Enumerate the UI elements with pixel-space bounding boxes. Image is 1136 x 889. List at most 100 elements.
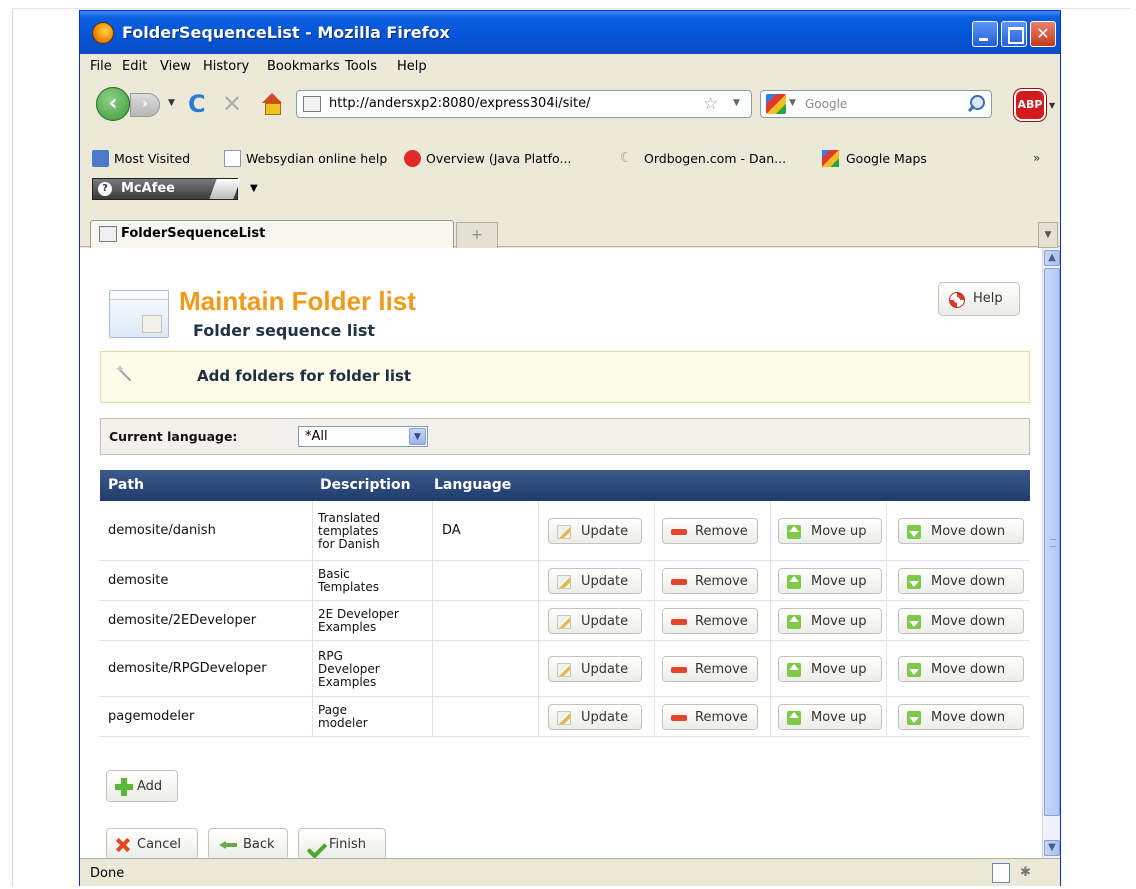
scrollbar-thumb[interactable] [1044,268,1060,816]
bookmark-star-icon[interactable]: ☆ [703,94,718,114]
bookmark-google-maps[interactable]: Google Maps [846,151,927,166]
cell-description-line: templates [318,523,379,538]
stop-icon[interactable]: ✕ [222,92,248,118]
minimize-icon [973,22,997,46]
cell-description-line: modeler [318,716,368,730]
remove-icon [671,711,687,725]
adblock-dropdown-icon[interactable]: ▼ [1049,101,1055,110]
add-button[interactable]: Add [106,770,178,802]
search-engine-dropdown-icon[interactable]: ▼ [789,98,796,108]
forward-button[interactable]: › [130,93,160,117]
menu-edit[interactable]: Edit [122,59,147,74]
bookmark-websydian-help[interactable]: Websydian online help [246,151,387,166]
reload-icon[interactable]: C [188,92,214,118]
address-text[interactable]: http://andersxp2:8080/express304i/site/ [329,96,590,111]
history-dropdown-icon[interactable]: ▼ [168,98,178,108]
move-up-icon [787,525,801,539]
finish-button[interactable]: Finish [298,828,386,858]
update-button[interactable]: Update [548,518,642,544]
back-page-button[interactable]: Back [208,828,288,858]
update-button[interactable]: Update [548,608,642,634]
cell-description-line: Translated [318,510,381,525]
move-up-button[interactable]: Move up [778,656,882,682]
cell-language: DA [442,523,461,538]
move-up-label: Move up [811,614,867,629]
move-up-button[interactable]: Move up [778,608,882,634]
menu-tools[interactable]: Tools [345,59,377,74]
mcafee-dropdown-icon[interactable]: ▼ [250,183,258,194]
bookmark-ordbogen[interactable]: Ordbogen.com - Dan... [644,151,786,166]
scroll-up-icon[interactable]: ▲ [1044,250,1060,266]
language-select-value: *All [305,429,328,444]
update-button[interactable]: Update [548,704,642,730]
search-icon[interactable] [967,95,985,113]
address-dropdown-icon[interactable]: ▼ [733,98,740,108]
update-button[interactable]: Update [548,656,642,682]
menu-file[interactable]: File [90,59,112,74]
bookmarks-overflow-icon[interactable]: » [1033,151,1040,165]
cell-path: demosite [108,573,169,588]
column-divider [886,697,887,737]
remove-button[interactable]: Remove [662,518,758,544]
home-icon[interactable] [260,93,284,117]
mcafee-toolbar: ? McAfee ▼ [80,173,1060,203]
remove-button[interactable]: Remove [662,656,758,682]
minimize-button[interactable] [972,21,998,47]
back-button[interactable]: ‹ [96,87,130,121]
move-up-button[interactable]: Move up [778,518,882,544]
notes-icon[interactable] [992,863,1010,883]
column-divider [886,601,887,641]
move-down-button[interactable]: Move down [898,568,1024,594]
move-down-button[interactable]: Move down [898,656,1024,682]
scroll-down-icon[interactable]: ▼ [1044,840,1060,856]
move-up-button[interactable]: Move up [778,704,882,730]
cancel-button[interactable]: Cancel [106,828,198,858]
menu-help[interactable]: Help [397,59,427,74]
firefox-logo-icon [92,22,114,44]
new-tab-button[interactable]: + [456,222,498,248]
address-bar[interactable]: http://andersxp2:8080/express304i/site/ … [296,90,752,118]
chevron-down-icon[interactable]: ▼ [409,428,426,445]
back-label: Back [243,837,275,852]
column-divider [654,641,655,697]
table-header: Path Description Language [100,470,1030,501]
tab-list-dropdown-icon[interactable]: ▼ [1038,222,1058,248]
move-down-button[interactable]: Move down [898,518,1024,544]
mcafee-button[interactable]: ? McAfee [92,178,241,200]
adblock-plus-icon[interactable]: ABP [1013,88,1047,122]
column-divider [432,697,433,737]
menu-bookmarks[interactable]: Bookmarks [267,59,340,74]
remove-button[interactable]: Remove [662,608,758,634]
google-icon[interactable] [766,94,786,114]
remove-button[interactable]: Remove [662,568,758,594]
menu-history[interactable]: History [203,59,249,74]
move-down-button[interactable]: Move down [898,608,1024,634]
title-bar[interactable]: FolderSequenceList - Mozilla Firefox ✕ [80,11,1060,54]
column-path: Path [108,477,144,493]
move-down-button[interactable]: Move down [898,704,1024,730]
menu-view[interactable]: View [160,59,191,74]
cancel-label: Cancel [137,837,182,852]
language-select[interactable]: *All ▼ [298,426,428,447]
page-title: Maintain Folder list [179,286,416,316]
search-placeholder[interactable]: Google [805,97,847,111]
maximize-button[interactable] [1001,21,1027,47]
help-button[interactable]: Help [938,282,1020,316]
move-down-icon [907,711,921,725]
search-box[interactable]: ▼ Google [760,90,992,118]
close-button[interactable]: ✕ [1030,21,1056,47]
tab-foldersequencelist[interactable]: FolderSequenceList [90,220,454,248]
remove-button[interactable]: Remove [662,704,758,730]
bookmark-most-visited[interactable]: Most Visited [114,151,190,166]
column-divider [312,697,313,737]
firebug-icon[interactable]: ✱ [1020,865,1036,881]
column-divider [770,561,771,601]
update-button[interactable]: Update [548,568,642,594]
column-divider [538,561,539,601]
column-divider [654,561,655,601]
bookmark-java-overview[interactable]: Overview (Java Platfo... [426,151,571,166]
vertical-scrollbar[interactable]: ▲ ▼ [1042,248,1060,858]
cell-description-line: for Danish [318,536,380,551]
move-up-button[interactable]: Move up [778,568,882,594]
remove-icon [671,575,687,589]
